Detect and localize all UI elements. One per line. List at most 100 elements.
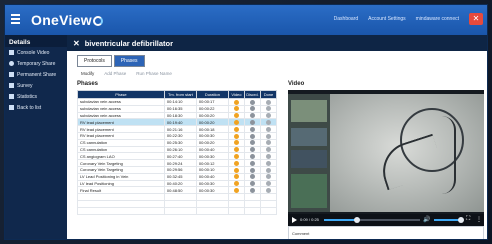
sidebar-item-temporary-share[interactable]: Temporary Share	[5, 58, 67, 69]
discard-icon[interactable]	[249, 106, 255, 112]
table-row[interactable]: CS cannulation 00:26:10 00:00:40	[77, 145, 278, 154]
column-header-duration[interactable]: Duration	[195, 90, 229, 99]
volume-icon[interactable]: 🔊	[423, 217, 430, 223]
volume-slider[interactable]	[434, 219, 460, 221]
discard-icon[interactable]	[249, 181, 255, 186]
duration-cell: 00:00:40	[195, 145, 229, 154]
table-row[interactable]: Coronary Vein Targeting 00:29:56 00:00:10	[77, 165, 278, 174]
video-status-icon[interactable]	[233, 147, 239, 152]
video-status-icon[interactable]	[233, 133, 239, 139]
comment-field[interactable]: Comment	[288, 226, 484, 239]
done-icon[interactable]	[265, 113, 271, 118]
column-header-done[interactable]: Done	[259, 90, 278, 99]
time-cell: 00:18:30	[163, 111, 197, 120]
column-header-phase[interactable]: Phase	[77, 90, 165, 99]
empty-row	[77, 199, 278, 208]
column-header-discard[interactable]: Discrd.	[243, 90, 261, 99]
done-icon[interactable]	[265, 181, 271, 186]
video-status-icon[interactable]	[233, 106, 239, 112]
discard-icon[interactable]	[249, 167, 255, 173]
phase-name-cell: Coronary Vein Targeting	[77, 159, 165, 167]
sidebar-item-back-to-list[interactable]: Back to list	[5, 102, 67, 113]
video-player[interactable]: 0:09 / 0:25 🔊 ⛶ ⋮ Comment	[288, 90, 484, 239]
discard-icon[interactable]	[249, 147, 255, 152]
sidebar-item-console-video[interactable]: Console Video	[5, 47, 67, 58]
table-row[interactable]: subclavian vein access 00:14:10 00:00:17	[77, 98, 278, 106]
done-icon[interactable]	[265, 147, 271, 152]
sidebar-item-statistics[interactable]: Statistics	[5, 91, 67, 102]
video-seek-bar[interactable]	[324, 217, 420, 223]
account-settings-link[interactable]: Account Settings	[366, 16, 408, 22]
oneview-app-window: OneView Dashboard Account Settings minda…	[4, 4, 488, 240]
done-icon[interactable]	[265, 106, 271, 112]
hamburger-icon[interactable]	[11, 14, 20, 24]
phase-name-cell: Coronary Vein Targeting	[77, 165, 165, 174]
table-row[interactable]: Final Result 00:48:50 00:00:30	[77, 186, 278, 195]
volume-handle[interactable]	[458, 217, 464, 223]
more-options-icon[interactable]: ⋮	[476, 216, 482, 223]
done-icon[interactable]	[265, 99, 271, 105]
video-status-icon[interactable]	[233, 174, 239, 180]
table-row[interactable]: LV lead Positioning 00:40:20 00:00:30	[77, 179, 278, 188]
tab-protocols[interactable]: Protocols	[77, 55, 112, 67]
column-header-video[interactable]: Video	[227, 90, 245, 99]
mindaware-connect-link[interactable]: mindaware connect	[414, 16, 461, 22]
video-status-icon[interactable]	[233, 167, 239, 173]
table-row[interactable]: subclavian vein access 00:16:35 00:00:22	[77, 104, 278, 113]
close-icon[interactable]: ✕	[469, 13, 483, 25]
discard-icon[interactable]	[249, 187, 255, 193]
discard-icon[interactable]	[249, 153, 255, 159]
video-status-icon[interactable]	[233, 99, 239, 105]
done-icon[interactable]	[265, 174, 271, 180]
table-row[interactable]: CS cannulation 00:25:30 00:00:20	[77, 138, 278, 147]
discard-icon[interactable]	[249, 120, 255, 125]
video-status-icon[interactable]	[233, 113, 239, 118]
done-icon[interactable]	[265, 153, 271, 159]
done-icon[interactable]	[265, 126, 271, 132]
video-status-icon[interactable]	[233, 160, 239, 166]
discard-icon[interactable]	[249, 126, 255, 132]
table-row[interactable]: LV Lead Positioning in Vein 00:32:45 00:00…	[77, 172, 278, 181]
table-row-selected[interactable]: RV lead placement 00:19:40 00:00:20	[77, 118, 278, 127]
discard-icon[interactable]	[249, 174, 255, 180]
column-header-time[interactable]: Tm. from start	[163, 90, 197, 99]
duration-cell: 00:00:10	[195, 165, 229, 174]
done-icon[interactable]	[265, 160, 271, 166]
play-icon[interactable]	[292, 217, 297, 223]
done-icon[interactable]	[265, 187, 271, 193]
video-status-icon[interactable]	[233, 120, 239, 125]
done-icon[interactable]	[265, 120, 271, 125]
done-icon[interactable]	[265, 167, 271, 173]
video-status-icon[interactable]	[233, 181, 239, 186]
table-row[interactable]: RV lead placement 00:21:16 00:00:18	[77, 125, 278, 133]
video-status-icon[interactable]	[233, 153, 239, 159]
done-icon[interactable]	[265, 133, 271, 139]
discard-icon[interactable]	[249, 160, 255, 166]
discard-icon[interactable]	[249, 133, 255, 139]
video-status-icon[interactable]	[233, 187, 239, 193]
table-row[interactable]: subclavian vein access 00:18:30 00:00:20	[77, 111, 278, 120]
table-row[interactable]: Coronary Vein Targeting 00:29:24 00:00:12	[77, 159, 278, 167]
close-case-icon[interactable]: ✕	[73, 39, 80, 48]
video-status-icon[interactable]	[233, 140, 239, 146]
modify-link[interactable]: Modify	[81, 71, 94, 76]
dashboard-link[interactable]: Dashboard	[332, 16, 360, 22]
fullscreen-icon[interactable]: ⛶	[466, 216, 470, 223]
video-status-icon[interactable]	[233, 126, 239, 132]
sidebar-item-survey[interactable]: Survey	[5, 80, 67, 91]
seek-handle[interactable]	[353, 217, 360, 223]
table-row[interactable]: RV lead placement 00:22:30 00:00:30	[77, 131, 278, 140]
main-panel: ✕ biventricular defibrillator Protocols …	[67, 35, 487, 239]
discard-icon[interactable]	[249, 113, 255, 118]
tab-phases[interactable]: Phases	[113, 55, 145, 67]
top-bar: OneView Dashboard Account Settings minda…	[5, 5, 487, 35]
done-icon[interactable]	[265, 140, 271, 146]
table-row[interactable]: CS angiogram LAO 00:27:40 00:00:30	[77, 152, 278, 161]
back-arrow-icon	[9, 105, 14, 110]
add-phase-link[interactable]: Add Phase	[104, 71, 126, 76]
sidebar-item-permanent-share[interactable]: Permanent Share	[5, 69, 67, 80]
run-phase-name-link[interactable]: Run Phase Name	[136, 71, 172, 76]
discard-icon[interactable]	[249, 140, 255, 146]
discard-icon[interactable]	[249, 99, 255, 105]
sidebar-item-label: Back to list	[17, 104, 42, 111]
